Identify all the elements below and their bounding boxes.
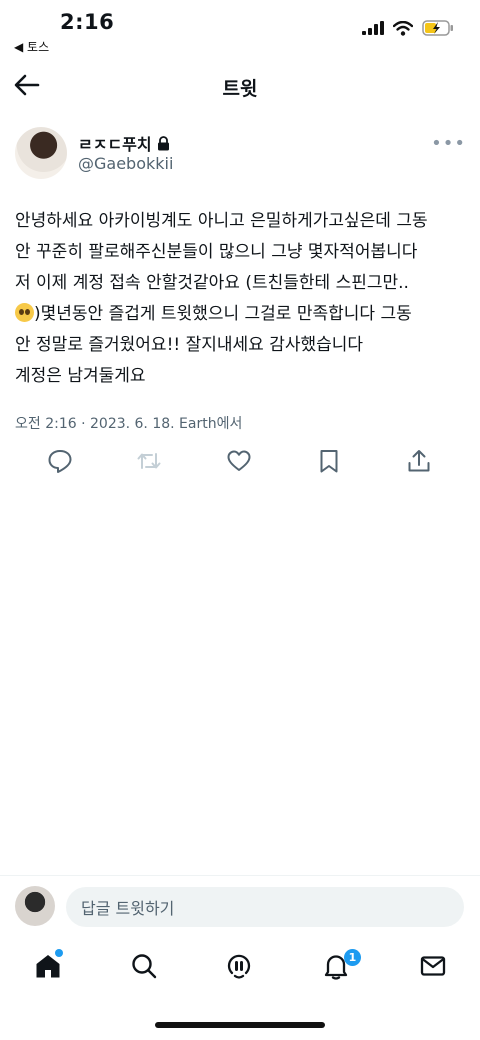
reply-input[interactable]: 답글 트윗하기 bbox=[66, 887, 464, 927]
author-name-row[interactable]: ㄹㅈㄷ푸치 bbox=[78, 131, 170, 155]
more-options-icon[interactable]: ••• bbox=[431, 133, 466, 154]
tweet-line: )몇년동안 즐겁게 트윗했으니 그걸로 만족합니다 그동 bbox=[34, 304, 412, 324]
tweet-line: 저 이제 계정 접속 안할것같아요 (트친들한테 스핀그만.. bbox=[15, 273, 409, 293]
home-unread-dot bbox=[55, 949, 63, 957]
tweet-line: 안녕하세요 아카이빙계도 아니고 은밀하게가고싶은데 그동 bbox=[15, 211, 428, 231]
author-handle[interactable]: @Gaebokkii bbox=[78, 154, 173, 173]
wifi-icon bbox=[393, 20, 413, 36]
status-time: 2:16 bbox=[60, 10, 115, 34]
author-avatar[interactable] bbox=[15, 127, 67, 179]
reply-icon[interactable] bbox=[47, 448, 73, 474]
tweet-line: 안 정말로 즐거웠어요!! 잘지내세요 감사했습니다 bbox=[15, 335, 364, 355]
back-to-app-link[interactable]: ◀ 토스 bbox=[14, 38, 49, 55]
notification-badge: 1 bbox=[344, 949, 361, 966]
signal-icon bbox=[362, 21, 384, 35]
share-icon[interactable] bbox=[406, 448, 432, 474]
user-avatar[interactable] bbox=[15, 886, 55, 926]
like-icon[interactable] bbox=[226, 448, 252, 474]
search-icon[interactable] bbox=[130, 952, 158, 980]
divider bbox=[0, 875, 480, 876]
tweet-line: 안 꾸준히 팔로해주신분들이 많으니 그냥 몇자적어봅니다 bbox=[15, 242, 418, 262]
bookmark-icon[interactable] bbox=[316, 448, 342, 474]
tweet-line-with-emoji: )몇년동안 즐겁게 트윗했으니 그걸로 만족합니다 그동 bbox=[15, 299, 470, 330]
spaces-icon[interactable] bbox=[225, 952, 253, 980]
tweet-line: 계정은 남겨둘게요 bbox=[15, 366, 146, 386]
page-title: 트윗 bbox=[222, 78, 258, 100]
author-name: ㄹㅈㄷ푸치 bbox=[78, 135, 152, 154]
lock-icon bbox=[157, 135, 169, 150]
home-indicator bbox=[155, 1022, 325, 1028]
battery-charging-icon bbox=[422, 20, 453, 36]
pleading-face-emoji-icon bbox=[15, 303, 34, 322]
retweet-icon[interactable] bbox=[136, 448, 162, 474]
status-icons bbox=[362, 20, 454, 36]
tweet-timestamp[interactable]: 오전 2:16 · 2023. 6. 18. Earth에서 bbox=[15, 413, 242, 433]
tweet-text: 안녕하세요 아카이빙계도 아니고 은밀하게가고싶은데 그동 안 꾸준히 팔로해주… bbox=[15, 206, 470, 392]
tweet-actions bbox=[0, 448, 480, 480]
messages-icon[interactable] bbox=[419, 952, 447, 980]
